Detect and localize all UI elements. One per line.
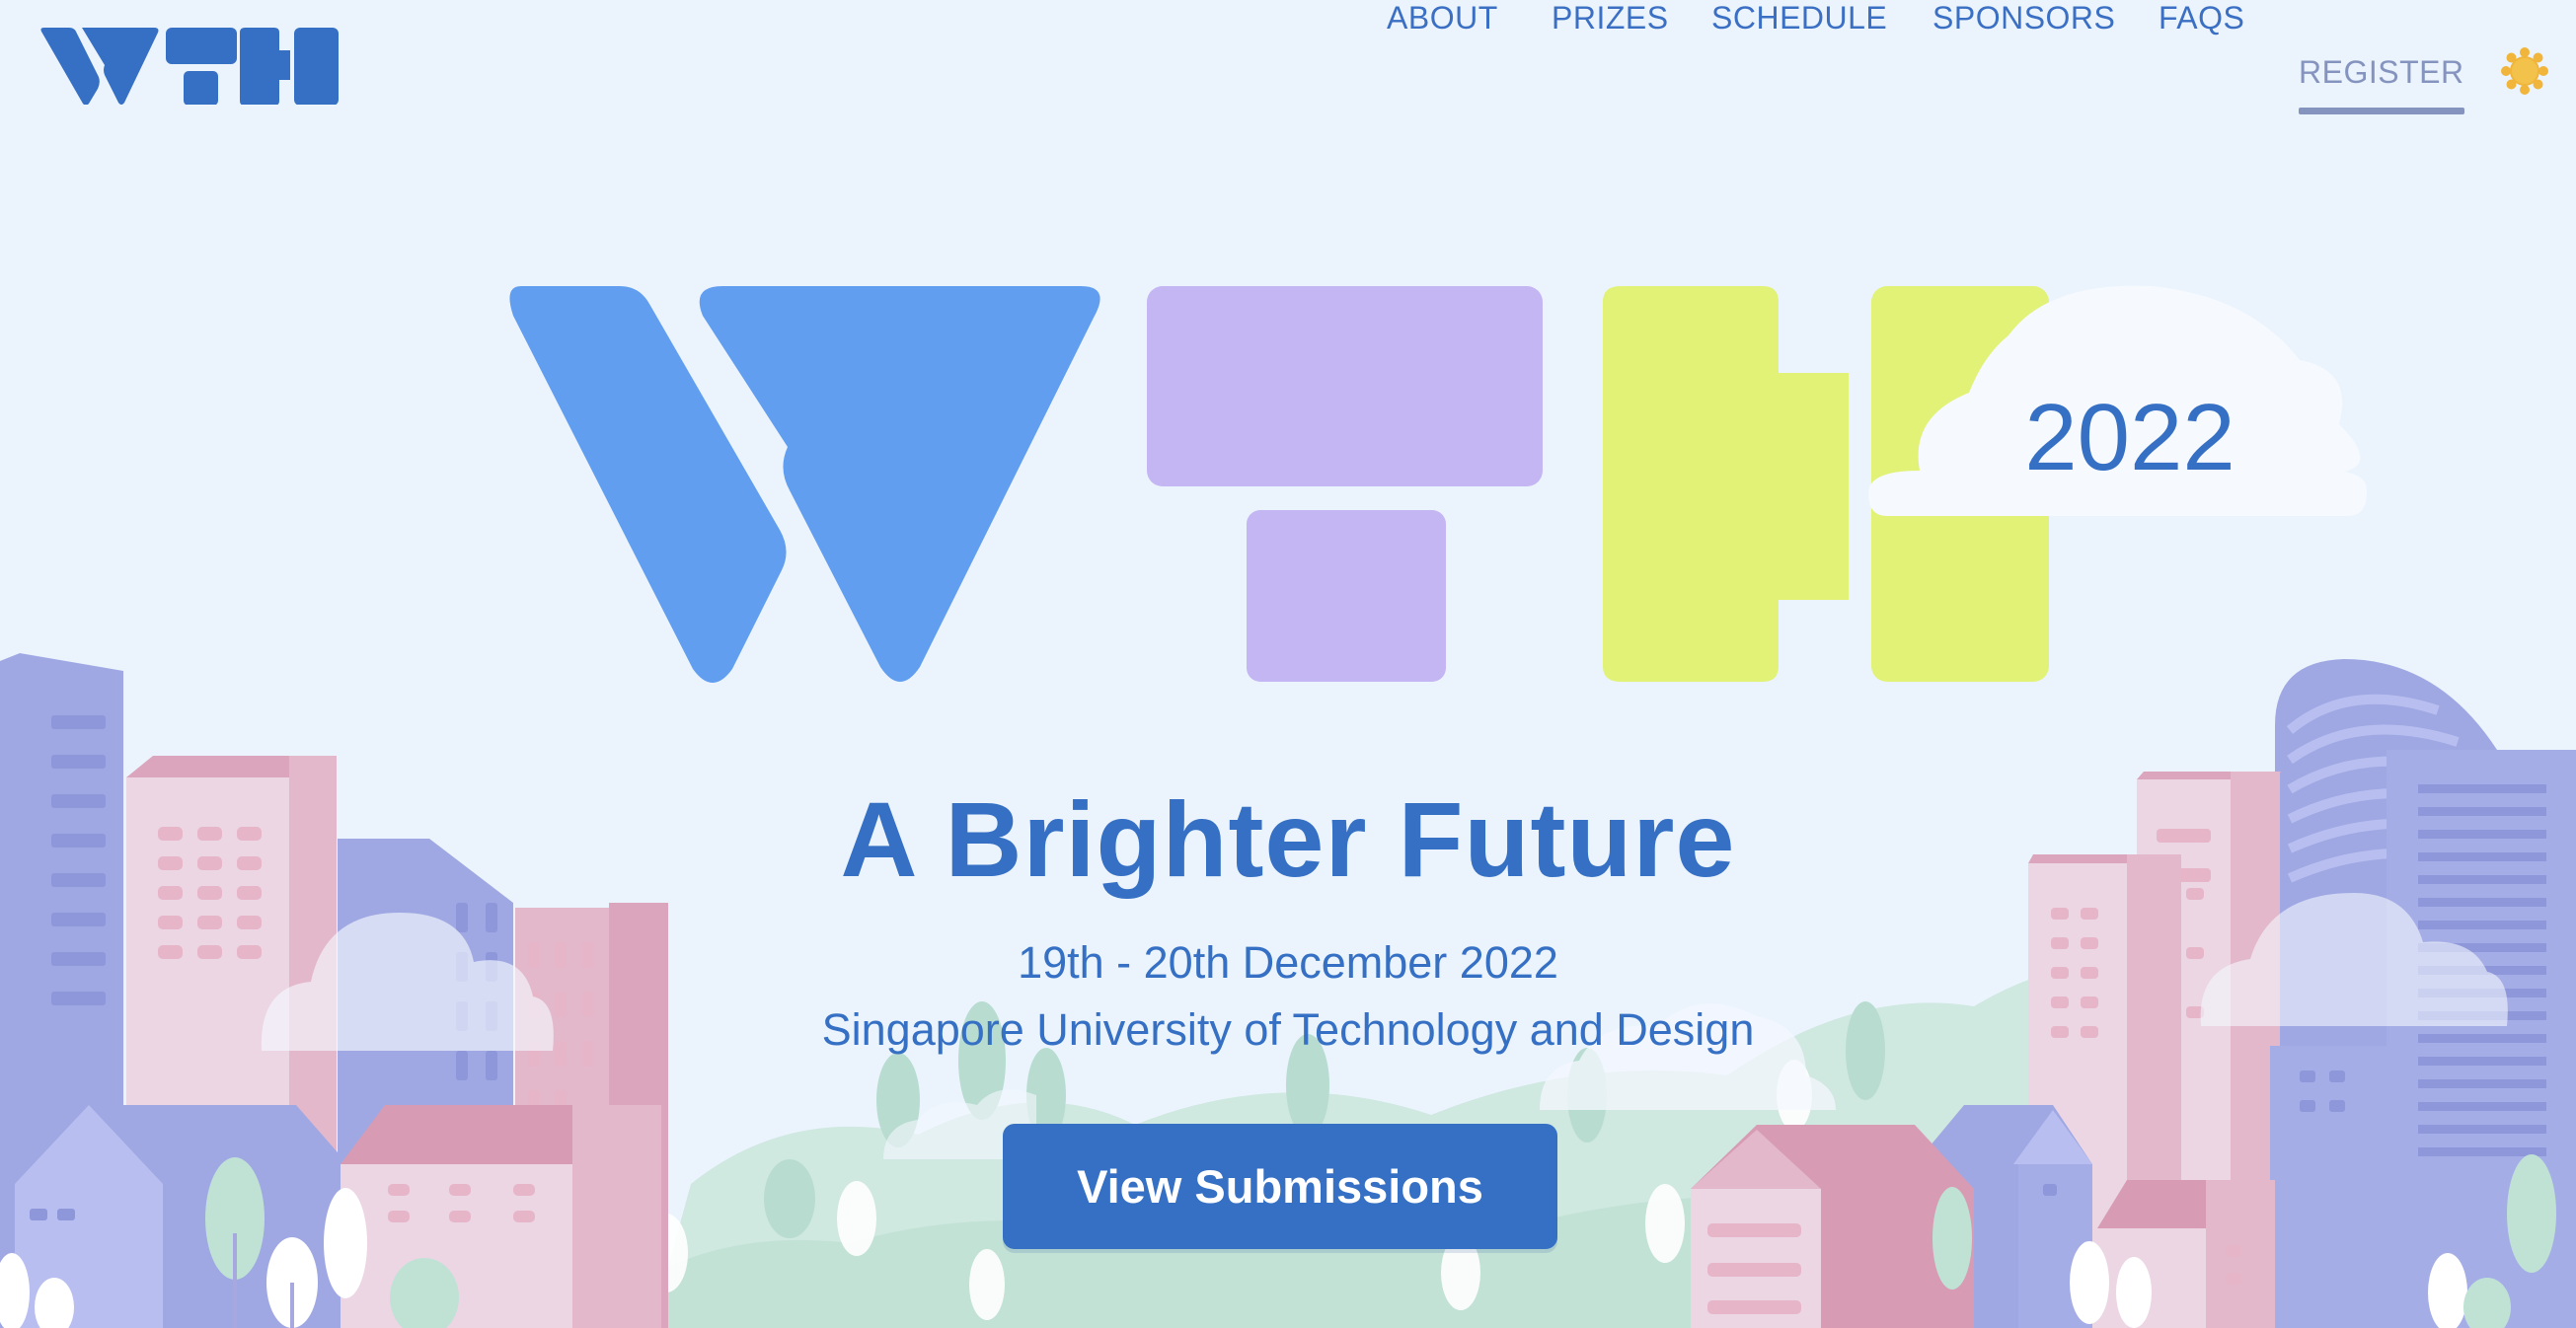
event-date: 19th - 20th December 2022: [1018, 937, 1558, 988]
view-submissions-button[interactable]: View Submissions: [1003, 1124, 1557, 1249]
event-venue: Singapore University of Technology and D…: [821, 1004, 1755, 1055]
hero-title: A Brighter Future: [840, 779, 1736, 899]
logo-year: 2022: [2024, 385, 2235, 490]
wth-hero-logo: 2022: [509, 285, 2368, 683]
